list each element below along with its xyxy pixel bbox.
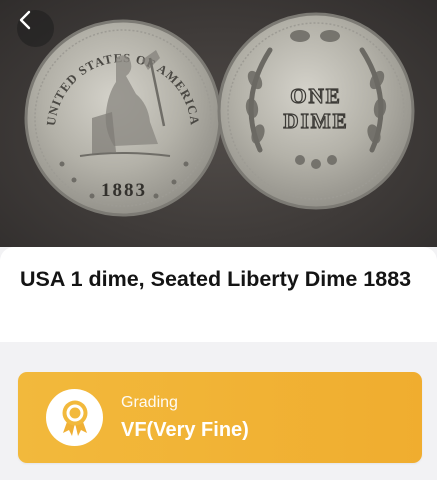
reverse-coin: ONE DIME [217,12,415,210]
grading-badge [46,389,103,446]
coin-photo-art: UNITED STATES OF AMERICA 1883 [24,12,415,217]
reverse-text-one: ONE [290,84,342,108]
reverse-text-dime: DIME [283,109,348,133]
obverse-year: 1883 [101,180,147,201]
grading-value: VF(Very Fine) [121,418,249,441]
grading-text: Grading VF(Very Fine) [121,393,249,443]
coin-title: USA 1 dime, Seated Liberty Dime 1883 [20,267,412,291]
chevron-left-icon [19,10,31,30]
back-button[interactable] [17,10,54,47]
award-ribbon-icon [62,400,87,436]
coin-info-card: USA 1 dime, Seated Liberty Dime 1883 [0,247,437,342]
coin-photo: UNITED STATES OF AMERICA 1883 [0,0,437,247]
obverse-coin: UNITED STATES OF AMERICA 1883 [24,19,222,217]
grading-label: Grading [121,393,178,411]
grading-card[interactable]: Grading VF(Very Fine) [18,372,422,463]
